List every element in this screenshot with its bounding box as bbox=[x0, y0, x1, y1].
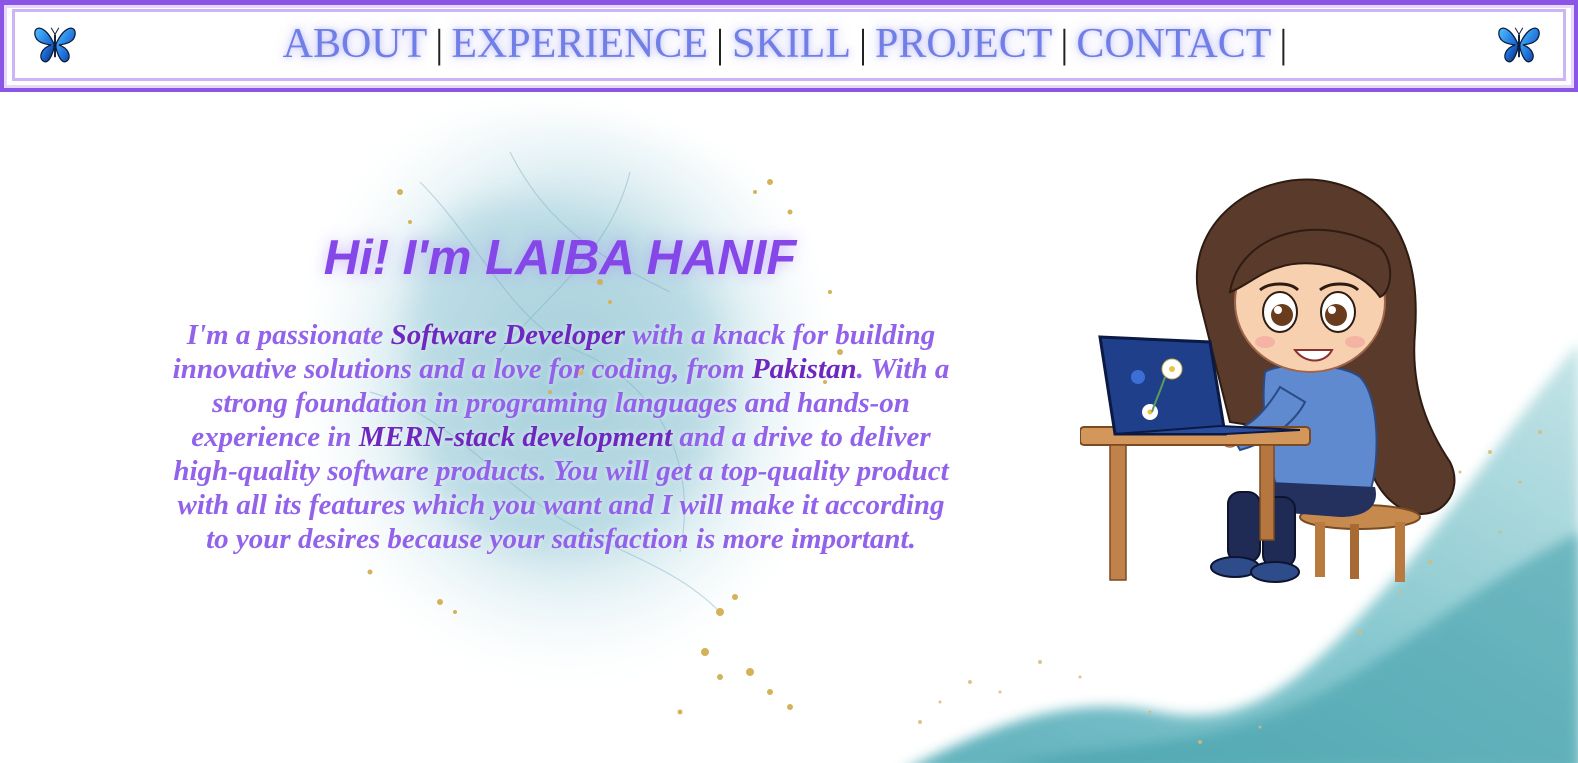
nav-separator: | bbox=[1060, 21, 1069, 66]
nav-project-link[interactable]: PROJECT bbox=[875, 21, 1052, 67]
butterfly-icon bbox=[1498, 27, 1540, 63]
nav-separator: | bbox=[1279, 21, 1288, 66]
hero-section: Hi! I'm LAIBA HANIF I'm a passionate Sof… bbox=[0, 92, 1578, 763]
nav-separator: | bbox=[715, 21, 724, 66]
top-navbar: ABOUT | EXPERIENCE | SKILL | PROJECT | CONTACT | bbox=[0, 0, 1578, 92]
nav-separator: | bbox=[435, 21, 444, 66]
girl-with-laptop-illustration bbox=[1080, 178, 1456, 583]
nav-about-link[interactable]: ABOUT bbox=[283, 21, 428, 67]
hero-intro-paragraph: I'm a passionate Software Developer with… bbox=[168, 318, 954, 556]
intro-stack-highlight: MERN-stack development bbox=[358, 421, 673, 453]
hero-title: Hi! I'm LAIBA HANIF bbox=[323, 231, 797, 285]
nav-experience-link[interactable]: EXPERIENCE bbox=[451, 21, 708, 67]
nav-links: ABOUT | EXPERIENCE | SKILL | PROJECT | CONTACT | bbox=[4, 19, 1574, 69]
nav-separator: | bbox=[858, 21, 867, 66]
nav-skill-link[interactable]: SKILL bbox=[732, 21, 851, 67]
intro-role-highlight: Software Developer bbox=[390, 319, 625, 351]
nav-contact-link[interactable]: CONTACT bbox=[1076, 21, 1271, 67]
intro-text: I'm a passionate bbox=[186, 319, 391, 351]
intro-country-highlight: Pakistan bbox=[751, 353, 857, 385]
